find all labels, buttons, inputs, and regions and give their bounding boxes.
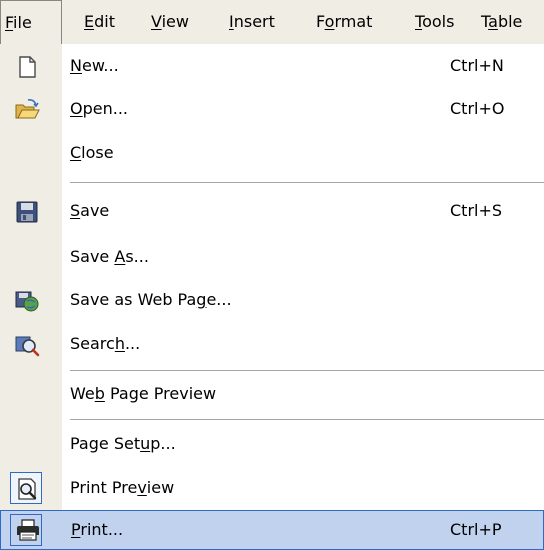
menu-item-web-page-preview[interactable]: Web Page Preview	[0, 374, 544, 414]
menu-item-label: Page Setup...	[70, 434, 176, 453]
menu-item-new[interactable]: New... Ctrl+N	[0, 46, 544, 86]
menu-separator	[70, 419, 544, 420]
menu-item-shortcut: Ctrl+P	[450, 520, 502, 539]
menu-format[interactable]: Format	[316, 0, 372, 44]
menu-item-label: Search...	[70, 334, 141, 353]
menu-item-shortcut: Ctrl+O	[450, 99, 505, 118]
menu-separator	[70, 182, 544, 183]
menu-item-label: Close	[70, 143, 114, 162]
search-icon	[14, 332, 40, 358]
menu-table-accesskey: a	[488, 12, 498, 31]
menu-item-label: New...	[70, 56, 119, 75]
menu-item-label: Save As...	[70, 247, 149, 266]
menu-item-shortcut: Ctrl+S	[450, 201, 503, 220]
menu-item-search[interactable]: Search...	[0, 324, 544, 364]
menu-item-page-setup[interactable]: Page Setup...	[0, 424, 544, 464]
menu-item-save-as-web-page[interactable]: Save as Web Page...	[0, 280, 544, 320]
menu-file[interactable]: File	[0, 0, 62, 44]
menu-item-label: Print Preview	[70, 478, 175, 497]
menu-item-open[interactable]: Open... Ctrl+O	[0, 89, 544, 129]
menu-item-label: Save	[70, 201, 110, 220]
save-disk-icon	[14, 199, 40, 225]
menu-edit[interactable]: Edit	[84, 0, 115, 44]
menu-table[interactable]: Table	[481, 0, 522, 44]
menu-item-print-preview[interactable]: Print Preview	[0, 468, 544, 508]
menu-item-print[interactable]: Print... Ctrl+P	[0, 510, 544, 550]
open-folder-icon	[14, 97, 40, 123]
menu-separator	[70, 370, 544, 371]
menu-insert[interactable]: Insert	[229, 0, 275, 44]
menu-item-shortcut: Ctrl+N	[450, 56, 504, 75]
menu-item-label: Web Page Preview	[70, 384, 217, 403]
menu-item-label: Open...	[70, 99, 128, 118]
menu-view[interactable]: View	[151, 0, 189, 44]
save-web-page-icon	[14, 288, 40, 314]
menu-item-label: Print...	[71, 520, 124, 539]
menu-item-close[interactable]: Close	[0, 133, 544, 173]
menu-view-accesskey: V	[151, 12, 162, 31]
menu-item-save-as[interactable]: Save As...	[0, 237, 544, 277]
menu-bar: File Edit View Insert Format Tools Table	[0, 0, 544, 44]
menu-item-label: Save as Web Page...	[70, 290, 232, 309]
menu-tools-accesskey: T	[415, 12, 423, 31]
menu-tools[interactable]: Tools	[415, 0, 454, 44]
new-document-icon	[14, 54, 40, 80]
file-menu-dropdown: New... Ctrl+N Open... Ctrl+O Close Save …	[0, 44, 544, 550]
printer-icon	[15, 517, 41, 543]
menu-item-save[interactable]: Save Ctrl+S	[0, 191, 544, 231]
menu-format-accesskey: o	[324, 12, 335, 31]
print-preview-icon	[14, 476, 40, 502]
menu-edit-accesskey: E	[84, 12, 95, 31]
menu-file-accesskey: F	[5, 13, 14, 32]
